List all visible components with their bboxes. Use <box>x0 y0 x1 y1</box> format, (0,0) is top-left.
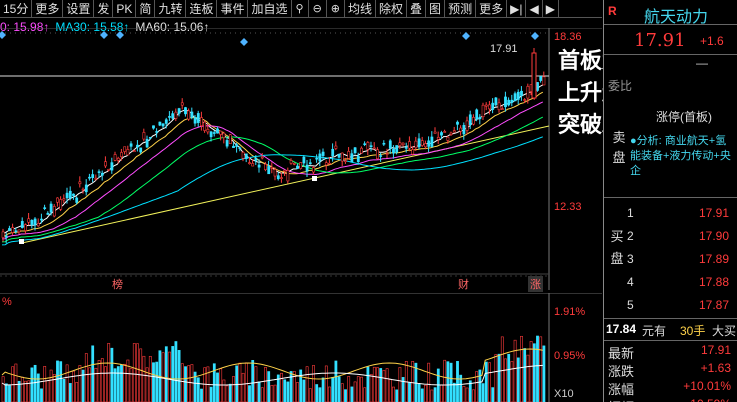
quote-code-icon: R <box>608 4 617 18</box>
volume-chart[interactable] <box>0 293 602 402</box>
buy-price-3: 17.89 <box>698 252 729 266</box>
volume-axis-b: 0.95% <box>554 350 586 362</box>
toolbar-item-4[interactable]: PK <box>113 0 137 17</box>
tick-volume: 30手 <box>680 324 706 338</box>
toolbar-item-6[interactable]: 九转 <box>155 0 187 17</box>
quote-label-2: 涨幅 <box>608 382 635 397</box>
toolbar-item-3[interactable]: 发 <box>94 0 114 17</box>
toolbar-item-9[interactable]: 加自选 <box>248 0 292 17</box>
weibi-dash: — <box>696 56 708 70</box>
stock-price: 17.91 <box>634 30 686 51</box>
toolbar-item-12[interactable]: 叠 <box>407 0 427 17</box>
stock-change: +1.6 <box>700 34 724 48</box>
event-marker-limit-up[interactable]: 涨 <box>528 276 543 292</box>
toolbar-item-7[interactable]: 连板 <box>186 0 218 17</box>
toolbar-item-14[interactable]: 预测 <box>445 0 477 17</box>
toolbar-item-17[interactable]: ◀ <box>526 0 543 17</box>
toolbar-item-2[interactable]: 设置 <box>63 0 95 17</box>
buy-level-2: 2 <box>627 229 634 243</box>
quote-value-3: 10.59% <box>690 397 731 402</box>
event-marker-finance[interactable]: 财 <box>458 276 469 292</box>
buy-level-1: 1 <box>627 206 634 220</box>
toolbar-item-11[interactable]: 除权 <box>376 0 408 17</box>
tick-tag: 元有 <box>642 324 667 338</box>
sell-side-label: 卖盘 <box>612 130 626 165</box>
quote-label-3: 振幅 <box>608 397 634 402</box>
price-axis-mid: 12.33 <box>554 201 582 213</box>
quote-label-1: 涨跌 <box>608 364 635 379</box>
search-icon[interactable]: ⚲ <box>292 0 309 17</box>
plus-circle-icon[interactable]: ⊕ <box>327 0 345 17</box>
quote-value-0: 17.91 <box>700 343 731 357</box>
toolbar-item-15[interactable]: 更多 <box>476 0 508 17</box>
event-marker-list[interactable]: 榜 <box>112 276 123 292</box>
concept-text: ●分析: 商业航天+氢能装备+液力传动+央企 <box>630 134 736 179</box>
buy-level-4: 4 <box>627 275 634 289</box>
tick-extra: 大买 <box>712 324 737 338</box>
price-axis-top: 18.36 <box>554 31 582 43</box>
side-top-label: 委比 <box>608 79 633 93</box>
high-price-tag: 17.91 <box>490 43 518 55</box>
buy-price-4: 17.88 <box>698 275 729 289</box>
buy-price-5: 17.87 <box>698 298 729 312</box>
quote-value-2: +10.01% <box>683 379 731 393</box>
toolbar-item-0[interactable]: 15分 <box>0 0 33 17</box>
buy-side-label: 买盘 <box>610 229 624 266</box>
quote-panel: R 航天动力 17.91 +1.6 — 委比 涨停(首板) 卖盘 ●分析: 商业… <box>603 0 737 402</box>
volume-axis-unit: X10 <box>554 388 574 400</box>
board-label: 涨停(首板) <box>656 110 712 124</box>
buy-price-1: 17.91 <box>698 206 729 220</box>
buy-level-3: 3 <box>627 252 634 266</box>
toolbar-item-8[interactable]: 事件 <box>217 0 249 17</box>
toolbar-item-10[interactable]: 均线 <box>345 0 377 17</box>
buy-level-5: 5 <box>627 298 634 312</box>
buy-price-2: 17.90 <box>698 229 729 243</box>
candlestick-chart[interactable] <box>0 28 602 290</box>
quote-value-1: +1.63 <box>700 361 731 375</box>
quote-label-0: 最新 <box>608 346 635 361</box>
toolbar-item-1[interactable]: 更多 <box>32 0 64 17</box>
toolbar-item-5[interactable]: 简 <box>136 0 156 17</box>
toolbar-item-18[interactable]: ▶ <box>543 0 559 17</box>
chart-toolbar: 15分 更多 设置发 PK 简九转 连板 事件 加自选 ⚲ ⊖ ⊕ 均线 除权叠图预测 更多 ▶| ◀ ▶ <box>0 0 602 18</box>
toolbar-item-13[interactable]: 图 <box>426 0 446 17</box>
volume-axis-a: 1.91% <box>554 306 586 318</box>
minus-circle-icon[interactable]: ⊖ <box>309 0 327 17</box>
volume-axis-label: % <box>2 296 12 308</box>
toolbar-item-16[interactable]: ▶| <box>507 0 527 17</box>
tick-price: 17.84 <box>606 322 637 336</box>
concept-prefix: ●分析: 商业航天+ <box>630 135 716 147</box>
